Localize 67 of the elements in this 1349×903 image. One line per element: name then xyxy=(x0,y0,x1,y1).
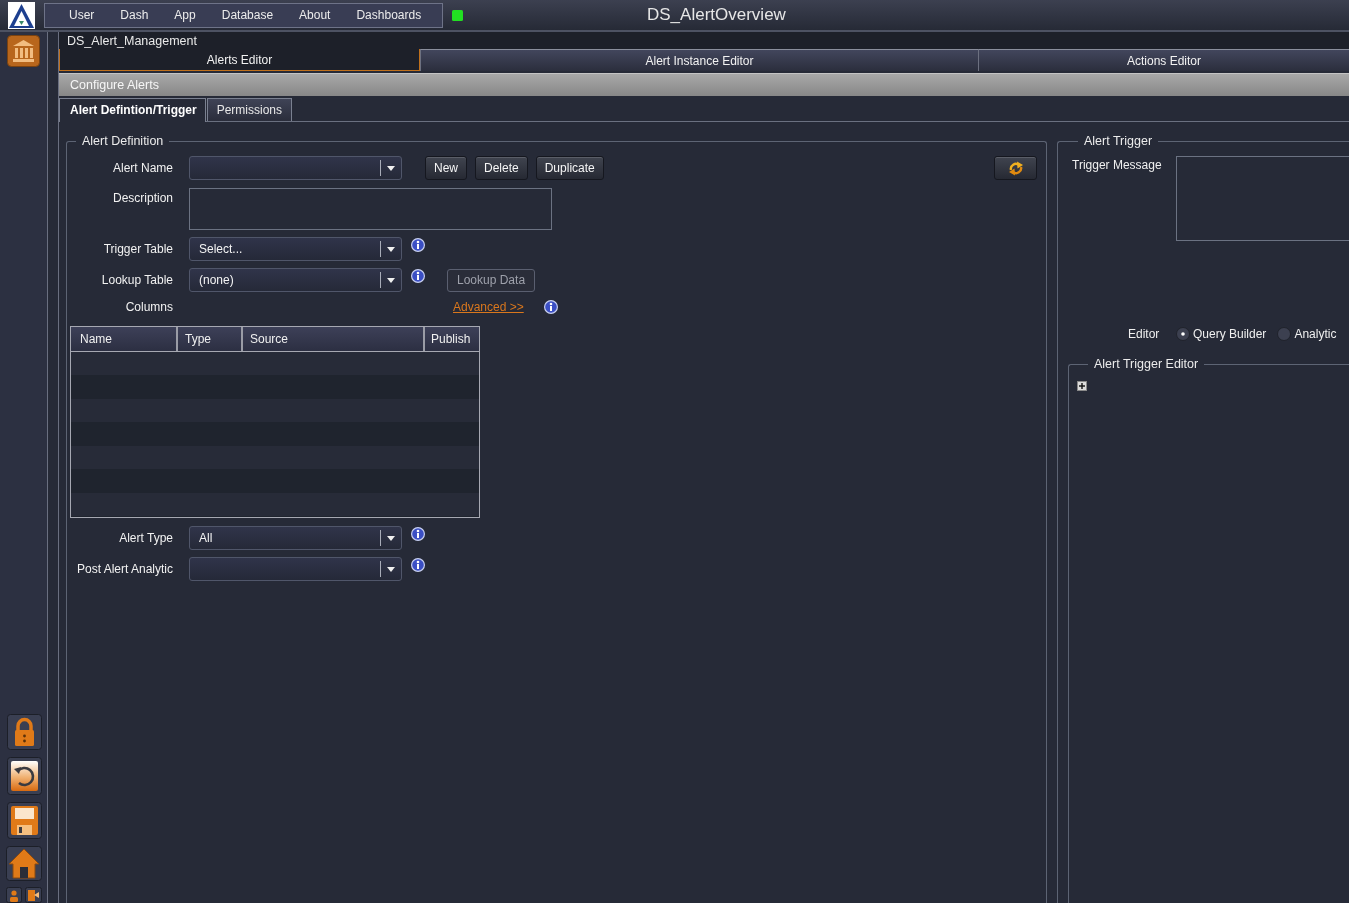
dropdown[interactable]: All xyxy=(189,526,402,550)
radio-button[interactable] xyxy=(1277,327,1292,341)
description-field[interactable] xyxy=(189,188,552,230)
building-button[interactable] xyxy=(7,35,40,67)
undo-button[interactable] xyxy=(7,757,42,795)
building-icon xyxy=(7,35,40,67)
menu-item[interactable]: Dashboards xyxy=(343,8,435,22)
page-name: DS_Alert_Management xyxy=(67,33,197,48)
user-button[interactable] xyxy=(6,887,22,903)
radio-button[interactable] xyxy=(1176,327,1190,341)
caret-icon xyxy=(387,535,395,541)
trigger-message-field[interactable] xyxy=(1176,156,1349,241)
section-title: Configure Alerts xyxy=(70,78,159,92)
info-icon xyxy=(543,300,558,314)
tab[interactable]: Alerts Editor xyxy=(59,49,420,71)
refresh-button[interactable] xyxy=(994,156,1037,180)
caret-icon xyxy=(387,566,395,572)
field-label: Post Alert Analytic xyxy=(75,562,173,576)
caret-icon xyxy=(387,165,395,171)
person-icon xyxy=(6,887,22,903)
dropdown[interactable]: Select... xyxy=(189,237,402,261)
field-label: Trigger Message xyxy=(1072,158,1163,172)
caret-icon xyxy=(387,246,395,252)
field-label: Alert Name xyxy=(111,161,173,175)
tab[interactable]: Alert Instance Editor xyxy=(420,49,978,71)
tab[interactable]: Actions Editor xyxy=(978,49,1349,71)
menu-item[interactable]: About xyxy=(286,8,344,22)
radio-label[interactable]: Query Builder xyxy=(1193,327,1267,341)
group-title: Alert Definition xyxy=(81,134,165,148)
field-label: Description xyxy=(111,191,173,205)
logo-icon xyxy=(8,1,35,29)
field-label: Lookup Table xyxy=(100,273,173,287)
exit-button[interactable] xyxy=(25,887,42,903)
info-icon xyxy=(411,527,425,541)
info-icon xyxy=(411,238,425,252)
window-title: DS_AlertOverview xyxy=(647,5,786,25)
home-button[interactable] xyxy=(6,846,42,881)
tab[interactable]: Permissions xyxy=(206,98,293,121)
action-button[interactable]: Duplicate xyxy=(535,156,604,180)
info-icon xyxy=(411,269,425,283)
exit-icon xyxy=(25,887,42,903)
menu-item[interactable]: App xyxy=(161,8,209,22)
undo-icon xyxy=(7,757,42,795)
field-label: Alert Type xyxy=(118,531,173,545)
dropdown[interactable]: (none) xyxy=(189,268,402,292)
refresh-icon xyxy=(1007,160,1024,176)
action-button[interactable]: Delete xyxy=(475,156,528,180)
field-label: Trigger Table xyxy=(102,242,173,256)
menu-item[interactable]: Database xyxy=(208,8,287,22)
tab[interactable]: Alert Defintion/Trigger xyxy=(59,98,206,122)
menu-item[interactable]: User xyxy=(56,8,108,22)
menu-item[interactable]: Dash xyxy=(107,8,162,22)
group-title: Alert Trigger Editor xyxy=(1093,357,1200,371)
radio-label[interactable]: Analytic xyxy=(1294,327,1337,341)
house-icon xyxy=(6,846,42,881)
lock-button[interactable] xyxy=(7,714,42,750)
plus-box-icon[interactable] xyxy=(1077,381,1087,391)
action-button[interactable]: New xyxy=(425,156,467,180)
column-header[interactable]: Publish xyxy=(425,327,479,351)
group-title: Alert Trigger xyxy=(1083,134,1154,148)
lock-icon xyxy=(7,714,42,750)
caret-icon xyxy=(387,277,395,283)
advanced-link[interactable]: Advanced >> xyxy=(453,300,524,314)
field-label: Columns xyxy=(124,300,173,314)
save-button[interactable] xyxy=(7,802,42,839)
field-label: Editor xyxy=(1128,327,1161,341)
info-icon xyxy=(411,558,425,572)
